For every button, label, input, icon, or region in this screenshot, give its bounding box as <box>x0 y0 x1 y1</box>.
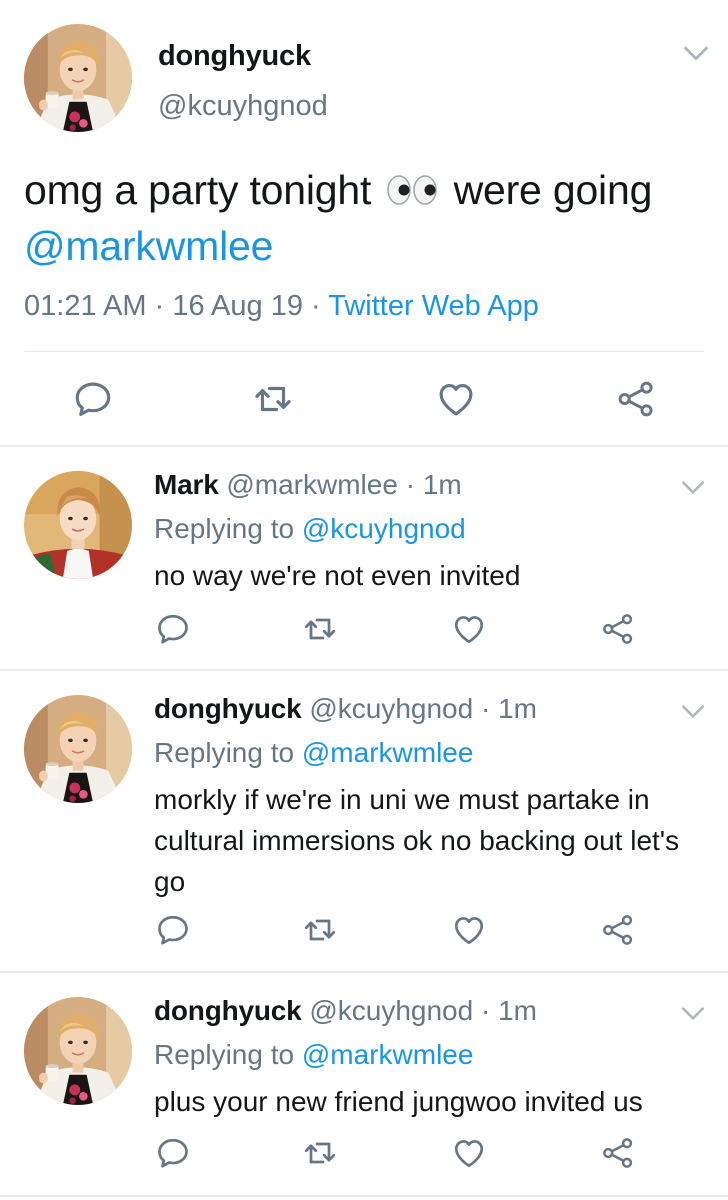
share-button[interactable] <box>615 378 657 420</box>
replying-to-link[interactable]: @kcuyhgnod <box>302 513 466 544</box>
reply-tweet[interactable]: donghyuck @kcuyhgnod · 1m Replying to @m… <box>0 973 728 1195</box>
chevron-down-icon[interactable] <box>682 44 710 64</box>
chevron-down-icon[interactable] <box>680 703 706 721</box>
retweet-icon <box>302 912 338 948</box>
author-name[interactable]: Mark <box>154 469 219 500</box>
reply-text: no way we're not even invited <box>154 560 521 591</box>
like-icon <box>435 378 477 420</box>
author-name[interactable]: donghyuck <box>154 693 302 724</box>
avatar-image <box>24 471 132 579</box>
like-icon <box>451 1135 487 1171</box>
reply-time: 1m <box>498 995 537 1026</box>
avatar-image <box>24 695 132 803</box>
tweet-text: omg a party tonight were going @markwmle… <box>24 162 714 274</box>
avatar-image <box>24 24 132 132</box>
reply-header: Mark @markwmlee · 1m <box>154 469 462 501</box>
reply-time: 1m <box>498 693 537 724</box>
author-handle[interactable]: @kcuyhgnod <box>309 995 473 1026</box>
retweet-button[interactable] <box>252 378 294 420</box>
share-icon <box>600 611 636 647</box>
reply-icon <box>155 611 191 647</box>
avatar[interactable] <box>24 24 132 132</box>
like-button[interactable] <box>435 378 477 420</box>
author-handle[interactable]: @markwmlee <box>226 469 398 500</box>
like-icon <box>451 912 487 948</box>
reply-text: morkly if we're in uni we must partake i… <box>154 784 680 897</box>
tweet-text-part: omg a party tonight <box>24 167 372 213</box>
tweet-source-link[interactable]: Twitter Web App <box>328 290 539 322</box>
author-handle[interactable]: @kcuyhgnod <box>309 693 473 724</box>
retweet-button[interactable] <box>302 611 338 647</box>
like-button[interactable] <box>451 1135 487 1171</box>
retweet-icon <box>252 378 294 420</box>
reply-icon <box>155 1135 191 1171</box>
reply-button[interactable] <box>72 378 114 420</box>
reply-button[interactable] <box>155 611 191 647</box>
share-button[interactable] <box>600 611 636 647</box>
share-button[interactable] <box>600 1135 636 1171</box>
main-tweet: donghyuck @kcuyhgnod omg a party tonight… <box>0 0 728 446</box>
avatar[interactable] <box>24 695 132 803</box>
reply-tweet[interactable]: Mark @markwmlee · 1m Replying to @kcuyhg… <box>0 447 728 669</box>
avatar-image <box>24 997 132 1105</box>
retweet-button[interactable] <box>302 912 338 948</box>
replying-to-link[interactable]: @markwmlee <box>302 737 474 768</box>
replying-label: Replying to <box>154 737 295 768</box>
mention-link[interactable]: @markwmlee <box>24 223 273 269</box>
reply-time: 1m <box>422 469 462 500</box>
reply-header: donghyuck @kcuyhgnod · 1m <box>154 693 537 725</box>
retweet-button[interactable] <box>302 1135 338 1171</box>
meta-separator: · <box>480 995 491 1026</box>
reply-text: plus your new friend jungwoo invited us <box>154 1086 643 1117</box>
replying-to: Replying to @kcuyhgnod <box>154 513 466 545</box>
retweet-icon <box>302 1135 338 1171</box>
tweet-text-part: were going <box>453 167 653 213</box>
like-icon <box>451 611 487 647</box>
reply-button[interactable] <box>155 1135 191 1171</box>
replying-label: Replying to <box>154 1039 295 1070</box>
replying-to-link[interactable]: @markwmlee <box>302 1039 474 1070</box>
like-button[interactable] <box>451 912 487 948</box>
author-handle[interactable]: @kcuyhgnod <box>158 90 328 123</box>
replying-to: Replying to @markwmlee <box>154 1039 473 1071</box>
meta-separator: · <box>405 469 416 500</box>
section-separator <box>0 1195 728 1197</box>
divider <box>24 351 704 352</box>
eyes-emoji-icon <box>387 175 438 205</box>
meta-separator: · <box>154 290 165 322</box>
share-icon <box>600 912 636 948</box>
share-icon <box>615 378 657 420</box>
reply-tweet[interactable]: donghyuck @kcuyhgnod · 1m Replying to @m… <box>0 671 728 971</box>
chevron-down-icon[interactable] <box>680 1005 706 1023</box>
avatar[interactable] <box>24 471 132 579</box>
meta-separator: · <box>480 693 491 724</box>
avatar[interactable] <box>24 997 132 1105</box>
tweet-time[interactable]: 01:21 AM <box>24 290 147 322</box>
reply-button[interactable] <box>155 912 191 948</box>
share-icon <box>600 1135 636 1171</box>
reply-icon <box>155 912 191 948</box>
like-button[interactable] <box>451 611 487 647</box>
retweet-icon <box>302 611 338 647</box>
reply-header: donghyuck @kcuyhgnod · 1m <box>154 995 537 1027</box>
chevron-down-icon[interactable] <box>680 479 706 497</box>
replying-to: Replying to @markwmlee <box>154 737 473 769</box>
author-name[interactable]: donghyuck <box>154 995 302 1026</box>
tweet-date[interactable]: 16 Aug 19 <box>172 290 303 322</box>
meta-separator: · <box>311 290 321 322</box>
share-button[interactable] <box>600 912 636 948</box>
author-name[interactable]: donghyuck <box>158 40 311 73</box>
replying-label: Replying to <box>154 513 295 544</box>
reply-icon <box>72 378 114 420</box>
tweet-meta: 01:21 AM · 16 Aug 19 · Twitter Web App <box>24 290 539 323</box>
